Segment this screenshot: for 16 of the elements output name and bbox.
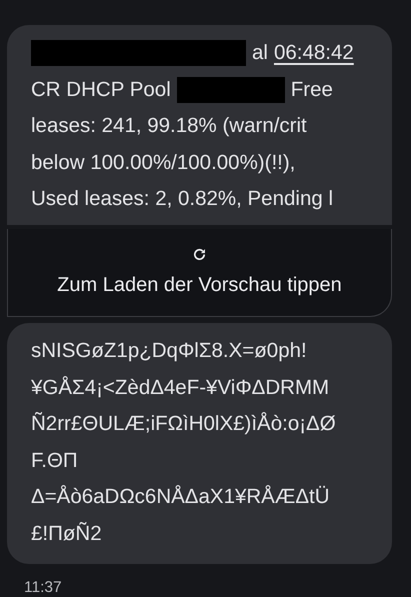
message-text: Used leases: 2, 0.82%, Pending l [31,186,333,212]
message-text: leases: 241, 99.18% (warn/crit [31,113,307,139]
refresh-icon [192,247,207,262]
message-text: Free [290,76,333,102]
message-text: below 100.00%/100.00%)(!!), [31,150,296,176]
message-text: ¥GÅΣ4¡<ZèdΔ4eF-¥ViΦΔDRMM [31,374,330,400]
message-time: 11:37 [23,578,63,597]
message-text: sNISGøZ1p¿DqΦlΣ8.X=ø0ph! [31,338,307,364]
message-text: CR DHCP Pool [31,76,171,102]
message-text: Δ=Åò6aDΩc6NÅΔaX1¥RÅÆΔtÜ [31,484,330,510]
message-text: £!ΠøÑ2 [31,520,102,546]
time-link[interactable]: 06:48:42 [274,35,354,72]
message-text: Ñ2rr£ΘULÆ;iFΩìH0lX£)ìÅò:o¡ΔØ [31,411,336,437]
message-text: al [252,40,268,66]
message-text: F.ΘΠ [31,448,78,474]
preview-button[interactable]: Zum Laden der Vorschau tippen [7,229,392,317]
